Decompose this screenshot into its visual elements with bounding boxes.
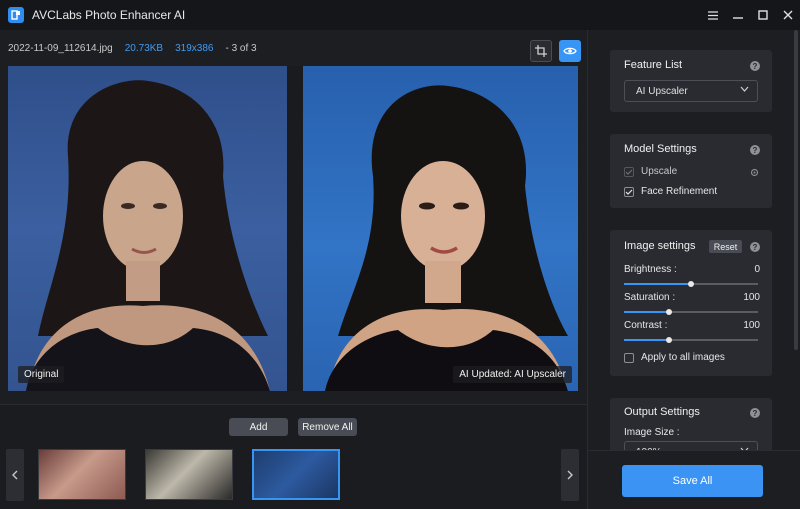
image-settings-card: Image settings Reset ? Brightness : 0 Sa… — [610, 230, 772, 376]
model-settings-card: Model Settings ? Upscale Face Refinement — [610, 134, 772, 208]
file-resolution: 319x386 — [175, 42, 214, 54]
chevron-left-icon — [12, 470, 18, 480]
remove-all-button[interactable]: Remove All — [298, 418, 357, 436]
contrast-value: 100 — [743, 320, 760, 331]
reset-button[interactable]: Reset — [709, 240, 742, 253]
minimize-icon[interactable] — [725, 0, 750, 30]
gear-icon[interactable] — [749, 167, 760, 178]
app-logo-icon — [8, 7, 24, 23]
maximize-icon[interactable] — [750, 0, 775, 30]
feature-list-card: Feature List ? AI Upscaler — [610, 50, 772, 112]
thumbnail-3[interactable] — [252, 449, 340, 500]
contrast-fill — [624, 339, 669, 341]
file-name: 2022-11-09_112614.jpg — [8, 42, 113, 54]
saturation-label: Saturation : — [624, 292, 676, 303]
file-size: 20.73KB — [124, 42, 164, 54]
compare-view-button[interactable] — [559, 40, 581, 62]
brightness-fill — [624, 283, 691, 285]
original-label: Original — [18, 366, 65, 383]
feature-select-value: AI Upscaler — [636, 85, 688, 97]
window-controls — [700, 0, 800, 30]
app-window: AVCLabs Photo Enhancer AI 2022-11-09_112… — [0, 0, 800, 509]
file-info-bar: 2022-11-09_112614.jpg 20.73KB 319x386 - … — [0, 30, 587, 66]
enhanced-image: AI Updated: AI Upscaler — [303, 66, 578, 391]
save-area: Save All — [588, 450, 800, 509]
previous-button[interactable] — [6, 449, 24, 501]
image-size-label: Image Size : — [624, 427, 680, 438]
image-settings-title: Image settings — [624, 240, 696, 252]
app-title: AVCLabs Photo Enhancer AI — [32, 8, 186, 22]
thumbnail-2[interactable] — [145, 449, 233, 500]
output-settings-title: Output Settings — [624, 406, 700, 418]
original-image: Original — [8, 66, 287, 391]
saturation-handle[interactable] — [666, 309, 672, 315]
close-icon[interactable] — [775, 0, 800, 30]
contrast-slider[interactable] — [624, 337, 758, 343]
chevron-down-icon — [740, 86, 749, 92]
brightness-value: 0 — [754, 264, 760, 275]
file-count: - 3 of 3 — [225, 42, 257, 54]
apply-all-option[interactable]: Apply to all images — [624, 352, 725, 363]
check-icon — [625, 169, 633, 175]
thumbnail-1[interactable] — [38, 449, 126, 500]
brightness-handle[interactable] — [688, 281, 694, 287]
check-icon — [625, 189, 633, 195]
upscale-checkbox[interactable] — [624, 166, 634, 177]
help-icon[interactable]: ? — [750, 145, 760, 155]
preview-area: Original AI Updated: AI Upscaler — [8, 66, 578, 391]
apply-all-checkbox[interactable] — [624, 352, 634, 363]
feature-select[interactable]: AI Upscaler — [624, 80, 758, 102]
settings-panel: Feature List ? AI Upscaler Model Setting… — [587, 30, 800, 509]
crop-icon — [535, 45, 547, 57]
help-icon[interactable]: ? — [750, 242, 760, 252]
original-portrait — [26, 80, 270, 391]
crop-button[interactable] — [530, 40, 552, 62]
updated-label: AI Updated: AI Upscaler — [453, 366, 572, 383]
enhanced-portrait — [325, 85, 568, 391]
face-refinement-checkbox[interactable] — [624, 186, 634, 197]
feature-list-title: Feature List — [624, 59, 683, 71]
brightness-label: Brightness : — [624, 264, 677, 275]
menu-icon[interactable] — [700, 0, 725, 30]
contrast-label: Contrast : — [624, 320, 668, 331]
save-all-button[interactable]: Save All — [622, 465, 763, 497]
saturation-slider[interactable] — [624, 309, 758, 315]
apply-all-label: Apply to all images — [641, 352, 725, 363]
title-bar: AVCLabs Photo Enhancer AI — [0, 0, 800, 30]
brightness-slider[interactable] — [624, 281, 758, 287]
upscale-label: Upscale — [641, 166, 678, 177]
contrast-handle[interactable] — [666, 337, 672, 343]
model-settings-title: Model Settings — [624, 143, 697, 155]
split-divider[interactable] — [287, 66, 303, 391]
saturation-value: 100 — [743, 292, 760, 303]
upscale-option[interactable]: Upscale — [624, 166, 677, 177]
thumbnail-strip: Add Remove All — [0, 404, 587, 509]
panel-scrollbar[interactable] — [794, 30, 798, 350]
add-button[interactable]: Add — [229, 418, 288, 436]
help-icon[interactable]: ? — [750, 408, 760, 418]
help-icon[interactable]: ? — [750, 61, 760, 71]
saturation-fill — [624, 311, 669, 313]
eye-icon — [563, 47, 577, 55]
face-refinement-label: Face Refinement — [641, 186, 718, 197]
face-refinement-option[interactable]: Face Refinement — [624, 186, 717, 197]
chevron-right-icon — [567, 470, 573, 480]
next-button[interactable] — [561, 449, 579, 501]
